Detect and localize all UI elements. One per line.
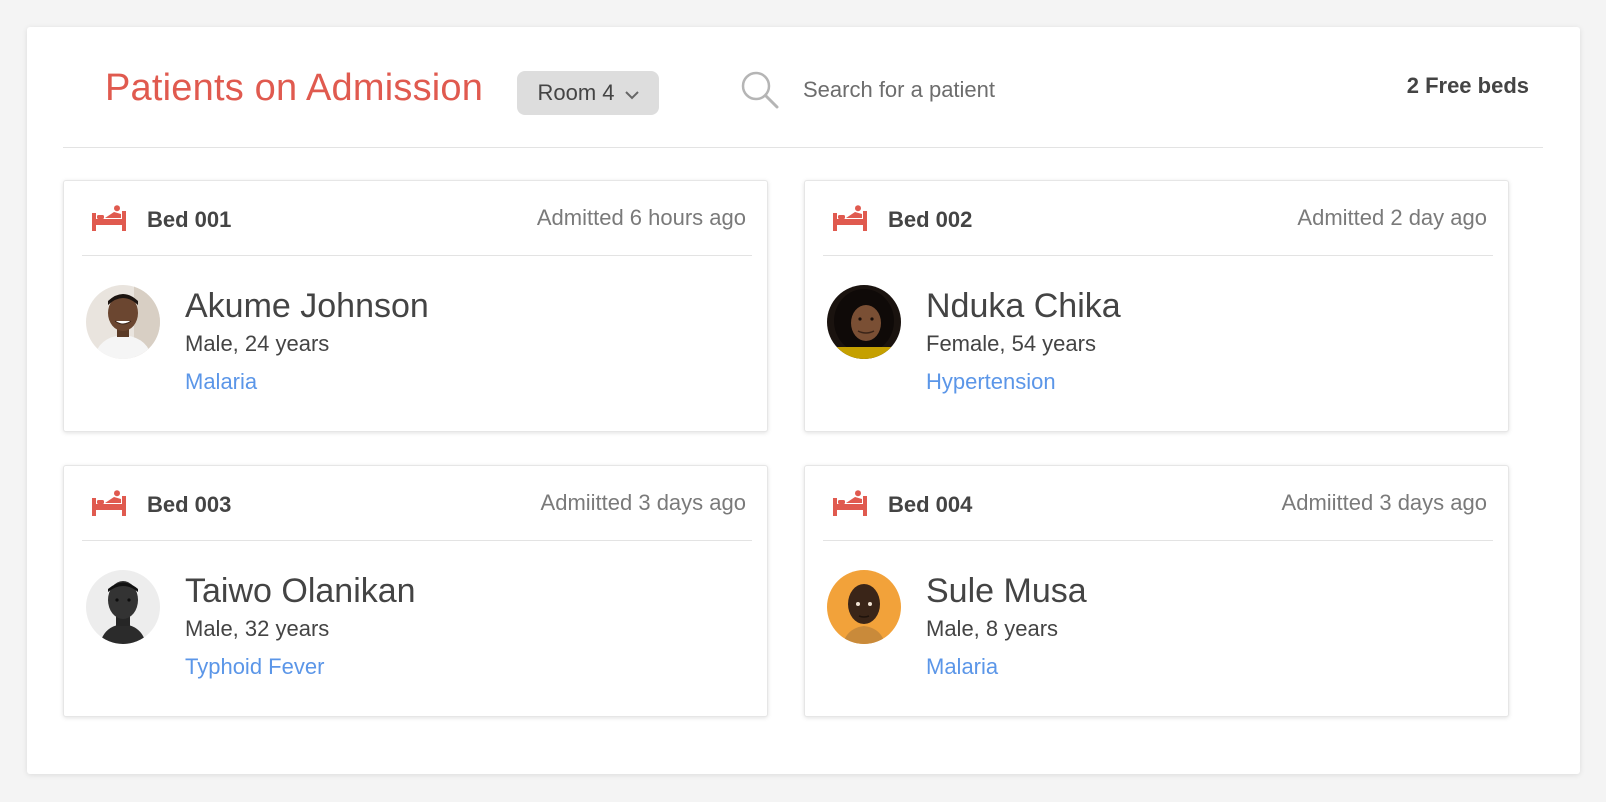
bed-number: Bed 004	[888, 492, 973, 517]
diagnosis-link[interactable]: Typhoid Fever	[185, 654, 324, 680]
patient-name[interactable]: Akume Johnson	[185, 287, 429, 326]
search-input[interactable]	[801, 76, 1135, 104]
bed-card[interactable]: Bed 002 Admitted 2 day ago Nduka Chika F…	[804, 180, 1509, 432]
bed-card-header: Bed 004 Admiitted 3 days ago	[823, 466, 1493, 541]
search-icon[interactable]	[739, 69, 781, 111]
hospital-bed-icon	[92, 205, 126, 231]
hospital-bed-icon	[833, 205, 867, 231]
search-box	[739, 65, 1159, 115]
avatar	[86, 285, 160, 359]
bed-card-header: Bed 003 Admiitted 3 days ago	[82, 466, 752, 541]
page-title: Patients on Admission	[105, 67, 484, 109]
patient-demographics: Male, 32 years	[185, 616, 330, 641]
patient-name[interactable]: Sule Musa	[926, 572, 1087, 611]
bed-number: Bed 001	[147, 207, 232, 232]
bed-number: Bed 002	[888, 207, 973, 232]
bed-card[interactable]: Bed 003 Admiitted 3 days ago Taiwo Olani…	[63, 465, 768, 717]
room-select-value: Room 4	[537, 80, 615, 105]
avatar	[827, 285, 901, 359]
diagnosis-link[interactable]: Malaria	[926, 654, 998, 680]
header: Patients on Admission Room 4 2 Free beds	[63, 27, 1543, 148]
free-beds-count: 2 Free beds	[1406, 73, 1529, 98]
diagnosis-link[interactable]: Malaria	[185, 369, 257, 395]
admitted-time: Admitted 2 day ago	[1297, 205, 1487, 230]
admitted-time: Admiitted 3 days ago	[540, 490, 746, 515]
admission-panel: Patients on Admission Room 4 2 Free beds	[27, 27, 1580, 774]
bed-card[interactable]: Bed 004 Admiitted 3 days ago Sule Musa M…	[804, 465, 1509, 717]
avatar	[827, 570, 901, 644]
patient-name[interactable]: Nduka Chika	[926, 287, 1121, 326]
patient-demographics: Male, 24 years	[185, 331, 330, 356]
admitted-time: Admitted 6 hours ago	[536, 205, 746, 230]
bed-grid: Bed 001 Admitted 6 hours ago Akume Johns…	[63, 180, 1547, 740]
diagnosis-link[interactable]: Hypertension	[926, 369, 1056, 395]
chevron-down-icon	[624, 84, 639, 105]
patient-name[interactable]: Taiwo Olanikan	[185, 572, 416, 611]
avatar	[86, 570, 160, 644]
patient-demographics: Female, 54 years	[926, 331, 1096, 356]
admitted-time: Admiitted 3 days ago	[1281, 490, 1487, 515]
bed-number: Bed 003	[147, 492, 232, 517]
bed-card-header: Bed 002 Admitted 2 day ago	[823, 181, 1493, 256]
patient-demographics: Male, 8 years	[926, 616, 1059, 641]
bed-card[interactable]: Bed 001 Admitted 6 hours ago Akume Johns…	[63, 180, 768, 432]
bed-card-header: Bed 001 Admitted 6 hours ago	[82, 181, 752, 256]
room-select[interactable]: Room 4	[517, 71, 659, 115]
hospital-bed-icon	[92, 490, 126, 516]
hospital-bed-icon	[833, 490, 867, 516]
